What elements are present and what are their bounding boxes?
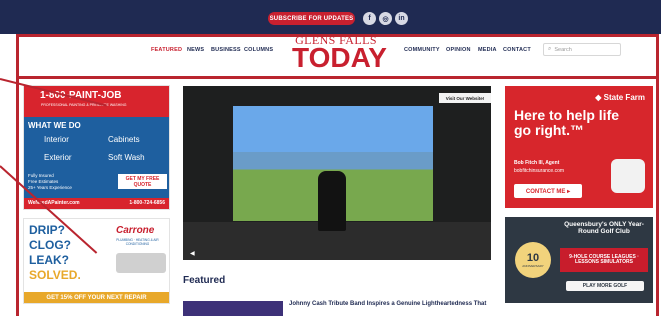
featured-headline[interactable]: Johnny Cash Tribute Band Inspires a Genu…: [289, 301, 489, 308]
plumbing-brand-sub: PLUMBING · HEATING & AIR CONDITIONING: [116, 238, 159, 246]
nav-news[interactable]: NEWS: [187, 47, 204, 53]
plumbing-promo[interactable]: GET 15% OFF YOUR NEXT REPAIR: [24, 292, 169, 303]
golf-club-headline: Queensbury's ONLY Year-Round Golf Club: [564, 221, 644, 235]
instagram-icon[interactable]: ◎: [379, 12, 392, 25]
state-farm-ad[interactable]: ◆ State Farm Here to help life go right.…: [505, 86, 653, 208]
visit-website-button[interactable]: Visit Our Website!: [439, 93, 491, 103]
search-placeholder: Search: [554, 46, 572, 53]
paint-ad-bullet-1: Fully Insured: [28, 173, 54, 178]
speaker-icon[interactable]: ◀: [190, 250, 195, 257]
nav-community[interactable]: COMMUNITY: [404, 47, 440, 53]
play-more-golf-button[interactable]: PLAY MORE GOLF: [566, 281, 644, 291]
paint-ad-bullet-2: Free Estimates: [28, 179, 59, 184]
paint-ad-exterior: Exterior: [44, 153, 72, 162]
paint-ad-what-we-do: WHAT WE DO: [28, 121, 81, 130]
state-farm-agent: Bob Fitch III, Agent: [514, 160, 560, 166]
plumbing-brand: Carrone: [116, 225, 155, 236]
facebook-icon[interactable]: f: [363, 12, 376, 25]
carrone-plumbing-ad[interactable]: DRIP? CLOG? LEAK? SOLVED. Carrone PLUMBI…: [23, 218, 170, 304]
anniversary-badge: 10 ANNIVERSARY: [515, 242, 551, 278]
paint-ad-phone-2: 1-800-724-6856: [129, 200, 165, 206]
paint-ad-soft-wash: Soft Wash: [108, 153, 145, 162]
golf-club-ad[interactable]: Queensbury's ONLY Year-Round Golf Club 1…: [505, 217, 653, 303]
plumbing-drip: DRIP?: [29, 223, 65, 237]
state-farm-logo: ◆ State Farm: [595, 93, 645, 102]
state-farm-brand: State Farm: [603, 93, 645, 102]
nav-contact[interactable]: CONTACT: [503, 47, 531, 53]
paint-ad-cta[interactable]: GET MY FREE QUOTE: [118, 174, 167, 189]
search-input[interactable]: ⌕ Search: [543, 43, 621, 56]
paint-ad-website: WeNeedAPainter.com: [28, 200, 80, 206]
site-title-main[interactable]: TODAY: [292, 44, 387, 72]
plumbing-solved: SOLVED.: [29, 268, 81, 282]
search-icon: ⌕: [548, 46, 552, 52]
paint-ad-bullet-3: 25+ Years Experience: [28, 185, 72, 190]
plumbing-clog: CLOG?: [29, 238, 71, 252]
nav-columns[interactable]: COLUMNS: [244, 47, 273, 53]
thumbs-up-icon: [611, 159, 645, 193]
nav-opinion[interactable]: OPINION: [446, 47, 471, 53]
nav-media[interactable]: MEDIA: [478, 47, 497, 53]
subscribe-button[interactable]: SUBSCRIBE FOR UPDATES: [268, 12, 355, 25]
paint-ad-cabinets: Cabinets: [108, 135, 140, 144]
featured-thumbnail[interactable]: [183, 301, 283, 316]
nav-featured[interactable]: FEATURED: [151, 47, 182, 53]
linkedin-icon[interactable]: in: [395, 12, 408, 25]
wrench-icon: [116, 253, 166, 273]
golf-features-box: 9-HOLE COURSE LEAGUES · LESSONS SIMULATO…: [560, 248, 648, 272]
featured-heading: Featured: [183, 275, 226, 286]
state-farm-logo-icon: ◆: [595, 93, 602, 102]
state-farm-contact-button[interactable]: CONTACT ME ▸: [514, 184, 582, 198]
anniversary-label: ANNIVERSARY: [522, 263, 544, 268]
anniversary-number: 10: [526, 251, 540, 264]
nav-business[interactable]: BUSINESS: [211, 47, 241, 53]
state-farm-site: bobfitchinsurance.com: [514, 168, 565, 174]
state-farm-headline: Here to help life go right.™: [514, 107, 620, 138]
paint-ad-interior: Interior: [44, 135, 69, 144]
golfer-figure: [318, 171, 346, 231]
video-player[interactable]: Visit Our Website! ◀: [183, 86, 491, 260]
plumbing-leak: LEAK?: [29, 253, 69, 267]
